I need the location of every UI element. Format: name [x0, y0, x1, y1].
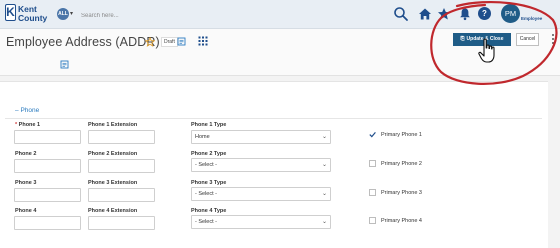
- chevron-down-icon: ⌄: [321, 162, 327, 168]
- search-bar: [77, 4, 410, 26]
- primary-phone-4-label: Primary Phone 4: [381, 218, 422, 224]
- phone-4-type-select[interactable]: - Select - ⌄: [191, 215, 331, 229]
- phone-3-extension-label: Phone 3 Extension: [88, 180, 138, 186]
- search-icon[interactable]: [393, 6, 409, 22]
- top-bar: K Kent County ALL ▾ ? PM Employee: [0, 0, 560, 29]
- update-and-close-label: Update & Close: [466, 36, 504, 42]
- phone-4-label: Phone 4: [15, 208, 37, 214]
- collapse-icon: –: [15, 107, 19, 114]
- phone-4-input[interactable]: [14, 216, 81, 230]
- section-divider: [5, 118, 542, 119]
- help-icon[interactable]: ?: [478, 7, 491, 20]
- page-header: Employee Address (ADDR) Draft ⎘ Update & …: [0, 29, 560, 76]
- favorites-star-icon[interactable]: [437, 7, 451, 21]
- primary-phone-1-label: Primary Phone 1: [381, 132, 422, 138]
- phone-2-type-label: Phone 2 Type: [191, 151, 227, 157]
- search-scope-badge[interactable]: ALL: [57, 8, 69, 20]
- attachment-notes-icon[interactable]: [60, 60, 69, 69]
- phone-3-type-label: Phone 3 Type: [191, 180, 227, 186]
- chevron-down-icon[interactable]: ▾: [70, 8, 73, 20]
- avatar[interactable]: PM: [501, 4, 520, 23]
- phone-3-extension-input[interactable]: [88, 188, 155, 202]
- chevron-down-icon: ⌄: [321, 219, 327, 225]
- primary-phone-1-checkbox[interactable]: [369, 131, 376, 138]
- phone-4-extension-label: Phone 4 Extension: [88, 208, 138, 214]
- phone-3-type-select[interactable]: - Select - ⌄: [191, 187, 331, 201]
- phone-1-type-label: Phone 1 Type: [191, 122, 227, 128]
- status-badge: Draft: [161, 37, 178, 47]
- primary-phone-3-label: Primary Phone 3: [381, 190, 422, 196]
- section-title: Phone: [20, 107, 40, 114]
- more-options-icon[interactable]: [551, 33, 555, 45]
- chevron-down-icon: ⌄: [321, 134, 327, 140]
- primary-phone-2-checkbox[interactable]: [369, 160, 376, 167]
- phone-3-label: Phone 3: [15, 180, 37, 186]
- page-title: Employee Address (ADDR): [6, 35, 160, 49]
- kent-county-logo[interactable]: K Kent County: [5, 2, 48, 26]
- phone-1-input[interactable]: [14, 130, 81, 144]
- phone-2-type-select[interactable]: - Select - ⌄: [191, 158, 331, 172]
- primary-phone-2-label: Primary Phone 2: [381, 161, 422, 167]
- phone-2-extension-label: Phone 2 Extension: [88, 151, 138, 157]
- phone-1-extension-input[interactable]: [88, 130, 155, 144]
- home-icon[interactable]: [418, 7, 432, 21]
- logo-letter: K: [5, 4, 16, 21]
- phone-section-toggle[interactable]: – Phone: [15, 107, 39, 114]
- favorite-star-icon[interactable]: [145, 37, 155, 47]
- user-role-label: Employee: [521, 16, 543, 21]
- cancel-button[interactable]: Cancel: [516, 33, 539, 46]
- search-input[interactable]: [77, 6, 410, 26]
- phone-1-label: * Phone 1: [15, 122, 41, 128]
- app-grid-icon[interactable]: [198, 36, 208, 46]
- phone-2-extension-input[interactable]: [88, 159, 155, 173]
- chevron-down-icon: ⌄: [321, 191, 327, 197]
- phone-1-extension-label: Phone 1 Extension: [88, 122, 138, 128]
- phone-1-type-select[interactable]: Home ⌄: [191, 130, 331, 144]
- phone-2-label: Phone 2: [15, 151, 37, 157]
- update-and-close-button[interactable]: ⎘ Update & Close: [453, 33, 511, 46]
- primary-phone-4-checkbox[interactable]: [369, 217, 376, 224]
- phone-3-input[interactable]: [14, 188, 81, 202]
- notifications-bell-icon[interactable]: [458, 7, 472, 21]
- save-icon: ⎘: [460, 36, 465, 42]
- phone-4-type-label: Phone 4 Type: [191, 208, 227, 214]
- phone-4-extension-input[interactable]: [88, 216, 155, 230]
- primary-phone-3-checkbox[interactable]: [369, 189, 376, 196]
- phone-2-input[interactable]: [14, 159, 81, 173]
- logo-line-2: County: [18, 13, 48, 23]
- notes-icon[interactable]: [177, 37, 186, 46]
